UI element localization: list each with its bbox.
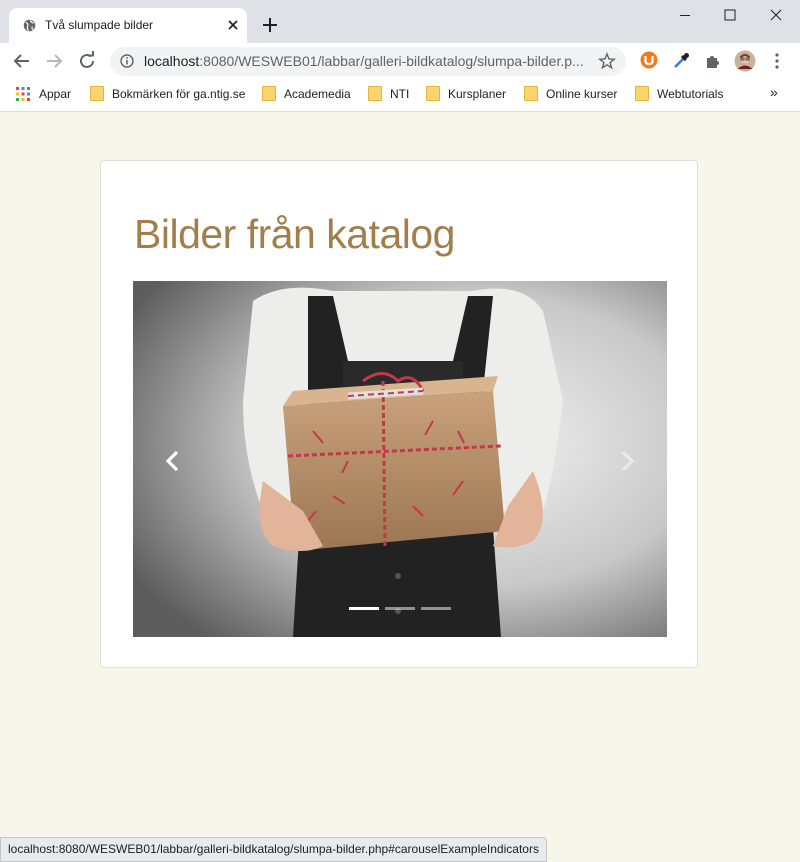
tab-title: Två slumpade bilder <box>45 18 154 32</box>
window-close-icon[interactable] <box>753 0 799 30</box>
new-tab-icon[interactable] <box>260 15 280 35</box>
more-bookmarks-button[interactable]: » <box>770 84 778 102</box>
info-icon[interactable] <box>120 54 134 68</box>
bookmark-label: NTI <box>390 86 410 101</box>
puzzle-extensions-icon[interactable] <box>703 51 723 71</box>
folder-icon <box>635 86 649 102</box>
folder-icon <box>262 86 276 102</box>
bookmark-kursplaner[interactable]: Kursplaner <box>426 86 506 104</box>
back-arrow-icon[interactable] <box>10 49 34 73</box>
eyedropper-extension-icon[interactable] <box>671 51 691 71</box>
folder-icon <box>524 86 538 102</box>
bookmark-academedia[interactable]: Academedia <box>262 86 351 104</box>
ublock-extension-icon[interactable] <box>639 50 659 70</box>
tab-close-icon[interactable] <box>223 15 243 35</box>
bookmark-nti[interactable]: NTI <box>368 86 409 104</box>
image-carousel <box>133 281 667 637</box>
globe-icon <box>23 19 36 32</box>
url-path: :8080/WESWEB01/labbar/galleri-bildkatalo… <box>199 53 584 69</box>
bookmark-ga-ntig[interactable]: Bokmärken för ga.ntig.se <box>90 86 245 104</box>
browser-tab-strip: Två slumpade bilder <box>0 0 800 43</box>
bookmark-webtutorials[interactable]: Webtutorials <box>635 86 723 104</box>
bookmarks-bar: Appar Bokmärken för ga.ntig.se Academedi… <box>0 80 800 112</box>
minimize-icon[interactable] <box>662 0 708 30</box>
page-title: Bilder från katalog <box>134 211 455 257</box>
bookmark-star-icon[interactable] <box>598 52 616 70</box>
carousel-next-button[interactable] <box>607 441 647 481</box>
bookmark-label: Academedia <box>284 86 351 101</box>
kebab-menu-icon[interactable] <box>767 51 787 71</box>
carousel-indicator-3[interactable] <box>421 607 451 610</box>
gallery-card: Bilder från katalog <box>100 160 698 668</box>
bookmark-online-kurser[interactable]: Online kurser <box>524 86 617 104</box>
bookmark-label: Webtutorials <box>657 86 724 101</box>
maximize-icon[interactable] <box>707 0 753 30</box>
address-bar[interactable]: localhost:8080/WESWEB01/labbar/galleri-b… <box>110 47 626 76</box>
status-bar-url: localhost:8080/WESWEB01/labbar/galleri-b… <box>0 837 547 862</box>
browser-tab[interactable]: Två slumpade bilder <box>9 8 247 43</box>
carousel-indicator-1[interactable] <box>349 607 379 610</box>
apps-grid-icon <box>16 86 30 101</box>
bookmark-apps[interactable]: Appar <box>16 86 71 104</box>
carousel-indicator-2[interactable] <box>385 607 415 610</box>
url-text: localhost:8080/WESWEB01/labbar/galleri-b… <box>144 53 584 69</box>
folder-icon <box>90 86 104 102</box>
reload-icon[interactable] <box>75 49 99 73</box>
browser-toolbar: localhost:8080/WESWEB01/labbar/galleri-b… <box>0 43 800 80</box>
carousel-prev-button[interactable] <box>153 441 193 481</box>
bookmark-label: Bokmärken för ga.ntig.se <box>112 86 246 101</box>
profile-avatar[interactable] <box>734 50 756 72</box>
forward-arrow-icon[interactable] <box>42 49 66 73</box>
bookmark-label: Kursplaner <box>448 86 507 101</box>
carousel-image <box>133 281 667 637</box>
carousel-indicators <box>349 607 459 611</box>
bookmark-label: Online kurser <box>546 86 618 101</box>
url-host: localhost <box>144 53 200 69</box>
bookmark-label: Appar <box>39 86 72 101</box>
folder-icon <box>426 86 440 102</box>
folder-icon <box>368 86 382 102</box>
